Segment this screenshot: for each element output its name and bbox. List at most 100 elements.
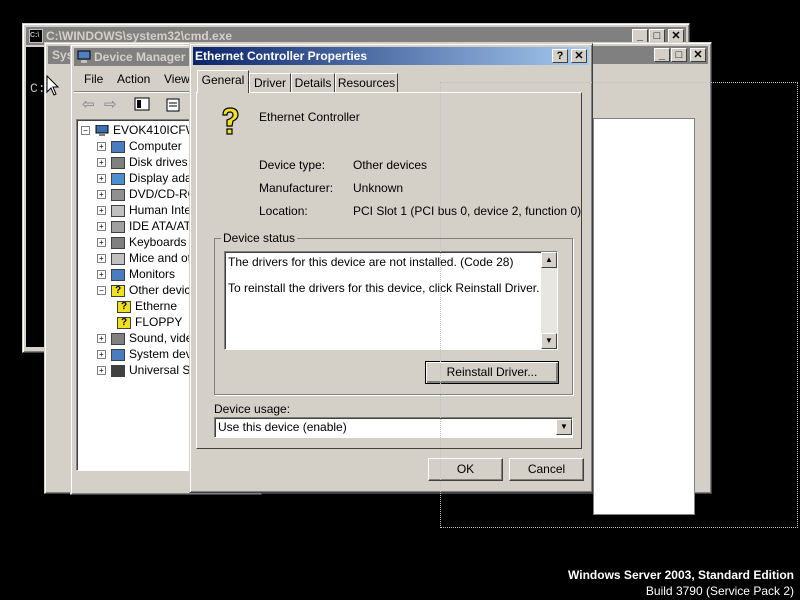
expand-icon[interactable]: + bbox=[97, 206, 106, 216]
manufacturer-value: Unknown bbox=[353, 181, 404, 195]
tree-item-label: Disk drives bbox=[129, 155, 188, 169]
tree-item-label: Etherne bbox=[135, 299, 178, 313]
tree-item-label: Monitors bbox=[129, 267, 176, 281]
tree-item-label: Keyboards bbox=[129, 235, 187, 249]
device-category-icon bbox=[111, 364, 125, 377]
unknown-device-icon: ? bbox=[117, 316, 131, 329]
tab-general[interactable]: General bbox=[197, 70, 249, 93]
device-category-icon bbox=[111, 204, 125, 217]
dialog-titlebar[interactable]: Ethernet Controller Properties ? ✕ bbox=[193, 47, 589, 65]
tab-driver[interactable]: Driver bbox=[249, 73, 291, 93]
properties-icon[interactable] bbox=[166, 96, 182, 112]
computer-icon bbox=[95, 124, 109, 136]
tree-item-label: DVD/CD-RO bbox=[129, 187, 194, 201]
device-category-icon bbox=[111, 140, 125, 153]
forward-icon[interactable]: ⇨ bbox=[104, 95, 117, 113]
drag-outline bbox=[440, 82, 798, 528]
expand-icon[interactable]: + bbox=[97, 350, 106, 360]
tree-item-label: Sound, vide bbox=[129, 331, 193, 345]
maximize-button[interactable]: □ bbox=[649, 29, 665, 43]
tree-item[interactable]: + Display ada bbox=[97, 170, 192, 186]
cmd-icon: C:\ bbox=[29, 29, 43, 43]
tree-item[interactable]: ? Etherne bbox=[117, 298, 177, 314]
unknown-device-icon: ? bbox=[117, 300, 131, 313]
expand-icon[interactable]: + bbox=[97, 366, 106, 376]
tree-item[interactable]: ? FLOPPY bbox=[117, 314, 182, 330]
menu-view[interactable]: View bbox=[164, 72, 190, 86]
expand-icon[interactable]: + bbox=[97, 254, 106, 264]
tree-item-label: Computer bbox=[129, 139, 182, 153]
tree-item[interactable]: + System dev bbox=[97, 346, 192, 362]
tree-item-label: Human Inte bbox=[129, 203, 192, 217]
tree-item-label: IDE ATA/AT bbox=[129, 219, 192, 233]
collapse-icon[interactable]: − bbox=[81, 126, 90, 136]
expand-icon[interactable]: + bbox=[97, 238, 106, 248]
mouse-cursor-icon bbox=[46, 75, 60, 96]
expand-icon[interactable]: + bbox=[97, 174, 106, 184]
location-label: Location: bbox=[259, 204, 308, 218]
maximize-button[interactable]: □ bbox=[671, 48, 687, 62]
tree-item[interactable]: + Human Inte bbox=[97, 202, 191, 218]
back-icon[interactable]: ⇦ bbox=[82, 95, 95, 113]
tree-item-label: Other devic bbox=[129, 283, 191, 297]
tree-item[interactable]: −? Other devic bbox=[97, 282, 190, 298]
device-type-value: Other devices bbox=[353, 158, 428, 172]
tab-details[interactable]: Details bbox=[291, 73, 335, 93]
device-tree[interactable]: − EVOK410ICFW- + Computer + Disk drives + Disp… bbox=[76, 119, 194, 471]
tree-item[interactable]: + Universal S bbox=[97, 362, 190, 378]
close-button[interactable]: ✕ bbox=[690, 48, 706, 62]
tree-item[interactable]: + Monitors bbox=[97, 266, 175, 282]
device-status-title: Device status bbox=[221, 231, 298, 245]
unknown-device-icon bbox=[222, 107, 239, 135]
device-category-icon bbox=[111, 156, 125, 169]
minimize-button[interactable]: _ bbox=[654, 48, 670, 62]
computer-icon bbox=[77, 50, 91, 63]
tree-item[interactable]: + DVD/CD-RO bbox=[97, 186, 194, 202]
manufacturer-label: Manufacturer: bbox=[259, 181, 334, 195]
tab-resources[interactable]: Resources bbox=[335, 73, 398, 93]
device-category-icon bbox=[111, 172, 125, 185]
close-button[interactable]: ✕ bbox=[571, 49, 587, 63]
tree-item[interactable]: + Disk drives bbox=[97, 154, 188, 170]
device-usage-value: Use this device (enable) bbox=[218, 420, 347, 434]
menu-action[interactable]: Action bbox=[117, 72, 150, 86]
help-button[interactable]: ? bbox=[552, 49, 568, 63]
expand-icon[interactable]: + bbox=[97, 142, 106, 152]
collapse-icon[interactable]: − bbox=[97, 286, 106, 296]
tree-item[interactable]: + IDE ATA/AT bbox=[97, 218, 191, 234]
device-category-icon bbox=[111, 252, 125, 265]
expand-icon[interactable]: + bbox=[97, 270, 106, 280]
properties-pane-icon[interactable] bbox=[134, 97, 150, 111]
menu-file[interactable]: File bbox=[84, 72, 103, 86]
device-category-icon bbox=[111, 268, 125, 281]
device-type-label: Device type: bbox=[259, 158, 326, 172]
device-category-icon bbox=[111, 220, 125, 233]
device-manager-title: Device Manager bbox=[94, 50, 186, 64]
tree-item[interactable]: + Mice and ot bbox=[97, 250, 191, 266]
tree-item-label: FLOPPY bbox=[135, 315, 183, 329]
dialog-title: Ethernet Controller Properties bbox=[195, 49, 368, 63]
tree-root-label: EVOK410ICFW- bbox=[113, 123, 194, 137]
expand-icon[interactable]: + bbox=[97, 222, 106, 232]
device-category-icon bbox=[111, 332, 125, 345]
minimize-button[interactable]: _ bbox=[632, 29, 648, 43]
tree-item-label: Display ada bbox=[129, 171, 192, 185]
tree-item-label: Mice and ot bbox=[129, 251, 192, 265]
tree-root[interactable]: − EVOK410ICFW- bbox=[81, 122, 194, 138]
build-text: Build 3790 (Service Pack 2) bbox=[645, 584, 794, 598]
tree-item-label: Universal S bbox=[129, 363, 191, 377]
expand-icon[interactable]: + bbox=[97, 158, 106, 168]
tree-item[interactable]: + Computer bbox=[97, 138, 182, 154]
expand-icon[interactable]: + bbox=[97, 334, 106, 344]
unknown-device-icon: ? bbox=[111, 284, 125, 297]
edition-text: Windows Server 2003, Standard Edition bbox=[568, 568, 794, 582]
expand-icon[interactable]: + bbox=[97, 190, 106, 200]
close-button[interactable]: ✕ bbox=[668, 29, 684, 43]
tree-item[interactable]: + Keyboards bbox=[97, 234, 186, 250]
tree-item[interactable]: + Sound, vide bbox=[97, 330, 192, 346]
tree-item-label: System dev bbox=[129, 347, 192, 361]
device-category-icon bbox=[111, 236, 125, 249]
device-usage-label: Device usage: bbox=[214, 402, 291, 416]
device-category-icon bbox=[111, 188, 125, 201]
device-category-icon bbox=[111, 348, 125, 361]
